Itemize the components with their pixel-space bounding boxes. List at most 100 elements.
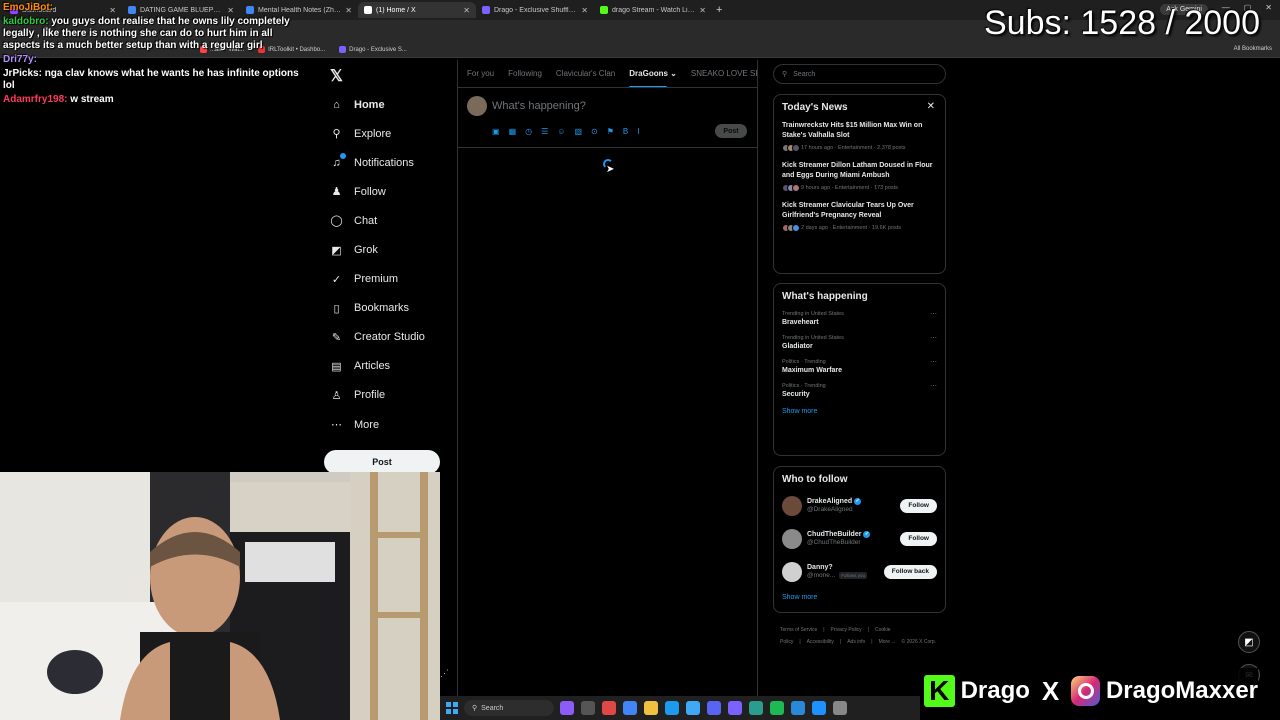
follow-suggestion[interactable]: DrakeAligned ✓ @DrakeAligned Follow [774, 489, 945, 522]
avatar[interactable] [467, 96, 487, 116]
nav-item-creator-studio[interactable]: ✎ Creator Studio [330, 323, 450, 352]
follow-user-handle: @DrakeAligned [807, 506, 861, 513]
schedule-icon[interactable]: ▧ [574, 127, 582, 136]
more-options-icon[interactable]: ⋯ [930, 310, 937, 318]
news-item[interactable]: Kick Streamer Dillon Latham Doused in Fl… [774, 157, 945, 197]
flag-icon[interactable]: ⚑ [607, 127, 614, 136]
taskbar-app-icon[interactable] [749, 701, 763, 715]
all-bookmarks-link[interactable]: All Bookmarks [1234, 46, 1272, 52]
footer-link[interactable]: More ... [879, 639, 896, 645]
taskbar-app-icon[interactable] [833, 701, 847, 715]
footer-link[interactable]: Privacy Policy [831, 627, 862, 633]
avatar[interactable] [782, 561, 802, 582]
taskbar-app-icon[interactable] [581, 701, 595, 715]
browser-tab[interactable]: drago Stream - Watch Live on K... ✕ [594, 2, 712, 18]
follow-suggestion[interactable]: Danny? @mone... Follows you Follow back [774, 555, 945, 588]
composer-input[interactable]: What's happening? [492, 100, 586, 112]
more-options-icon[interactable]: ⋯ [930, 358, 937, 366]
poll-icon[interactable]: ☰ [541, 127, 548, 136]
news-item[interactable]: Trainwreckstv Hits $15 Million Max Win o… [774, 117, 945, 157]
follow-button[interactable]: Follow [900, 498, 937, 513]
mouse-cursor-icon: ➤ [606, 164, 615, 175]
taskbar-search[interactable]: ⚲ Search [464, 700, 554, 716]
windows-start-icon[interactable] [446, 702, 458, 714]
taskbar-app-icon[interactable] [686, 701, 700, 715]
trends-show-more-link[interactable]: Show more [774, 402, 945, 423]
chat-username[interactable]: Adamrfry198: [3, 94, 67, 105]
x-logo-icon[interactable]: 𝕏 [330, 66, 343, 86]
chat-username[interactable]: Dri77y: [3, 54, 37, 65]
chat-username[interactable]: kaldobro: [3, 16, 49, 27]
nav-item-premium[interactable]: ✓ Premium [330, 265, 450, 294]
search-input[interactable]: ⚲ Search [773, 64, 946, 84]
nav-item-grok[interactable]: ◩ Grok [330, 235, 450, 264]
emoji-icon[interactable]: ☺ [557, 127, 565, 136]
media-icon[interactable]: ▣ [492, 127, 500, 136]
taskbar-app-icon[interactable] [812, 701, 826, 715]
italic-icon[interactable]: I [637, 127, 639, 136]
trend-item[interactable]: Trending in United States Braveheart ⋯ [774, 306, 945, 330]
feed-tab[interactable]: Clavicular's Clan [556, 60, 615, 87]
follow-suggestion[interactable]: ChudTheBuilder ✓ @ChudTheBuilder Follow [774, 522, 945, 555]
follow-show-more-link[interactable]: Show more [774, 588, 945, 609]
taskbar-app-icon[interactable] [602, 701, 616, 715]
resize-handle-icon[interactable]: ⋰ [440, 668, 449, 679]
taskbar-app-icon[interactable] [665, 701, 679, 715]
footer-link[interactable]: Ads info [847, 639, 865, 645]
nav-item-home[interactable]: ⌂ Home [330, 90, 450, 119]
post-button[interactable]: Post [324, 450, 440, 474]
taskbar-app-icon[interactable] [623, 701, 637, 715]
footer-link[interactable]: Accessibility [807, 639, 834, 645]
bold-icon[interactable]: B [623, 127, 628, 136]
windows-taskbar: ⚲ Search [440, 696, 920, 720]
grok-image-icon[interactable]: ◷ [525, 127, 532, 136]
feed-tab[interactable]: Following [508, 60, 542, 87]
nav-item-notifications[interactable]: ♫ Notifications [330, 148, 450, 177]
taskbar-app-icon[interactable] [770, 701, 784, 715]
browser-tab[interactable]: (1) Home / X ✕ [358, 2, 476, 18]
taskbar-app-icon[interactable] [791, 701, 805, 715]
footer-link[interactable]: © 2026 X Corp. [902, 639, 937, 645]
chat-username[interactable]: EmoJiBot: [3, 2, 53, 13]
taskbar-app-icon[interactable] [560, 701, 574, 715]
nav-item-bookmarks[interactable]: ▯ Bookmarks [330, 294, 450, 323]
feed-tab[interactable]: For you [467, 60, 494, 87]
close-icon[interactable]: ✕ [927, 101, 935, 112]
nav-item-follow[interactable]: ♟ Follow [330, 177, 450, 206]
feed-tab[interactable]: DraGoons ⌄ [629, 60, 677, 87]
nav-item-chat[interactable]: ◯ Chat [330, 206, 450, 235]
nav-item-articles[interactable]: ▤ Articles [330, 352, 450, 381]
nav-item-more[interactable]: ⋯ More [330, 410, 450, 439]
bookmark-item[interactable]: Drago - Exclusive S... [339, 46, 407, 53]
gif-icon[interactable]: ▦ [509, 127, 517, 136]
follow-button[interactable]: Follow [900, 531, 937, 546]
chat-username[interactable]: JrPicks: [3, 68, 42, 79]
taskbar-app-icon[interactable] [728, 701, 742, 715]
trend-item[interactable]: Trending in United States Gladiator ⋯ [774, 330, 945, 354]
tab-close-icon[interactable]: ✕ [345, 6, 352, 15]
search-icon: ⚲ [782, 71, 788, 78]
taskbar-app-icon[interactable] [644, 701, 658, 715]
tab-close-icon[interactable]: ✕ [699, 6, 706, 15]
new-tab-button[interactable]: + [716, 4, 722, 16]
more-options-icon[interactable]: ⋯ [930, 382, 937, 390]
location-icon[interactable]: ⊙ [591, 127, 598, 136]
grok-fab-icon[interactable]: ◩ [1238, 631, 1260, 653]
tab-close-icon[interactable]: ✕ [581, 6, 588, 15]
footer-link[interactable]: Terms of Service [780, 627, 817, 633]
avatar[interactable] [782, 495, 802, 516]
trend-item[interactable]: Politics · Trending Maximum Warfare ⋯ [774, 354, 945, 378]
follow-button[interactable]: Follow back [883, 564, 937, 579]
nav-item-explore[interactable]: ⚲ Explore [330, 119, 450, 148]
browser-tab[interactable]: Drago - Exclusive Shuffle Rewa... ✕ [476, 2, 594, 18]
taskbar-app-icon[interactable] [707, 701, 721, 715]
avatar[interactable] [782, 528, 802, 549]
close-window-icon[interactable]: ✕ [1265, 3, 1272, 12]
nav-item-profile[interactable]: ♙ Profile [330, 381, 450, 410]
composer-post-button[interactable]: Post [715, 124, 747, 138]
tab-close-icon[interactable]: ✕ [463, 6, 470, 15]
more-options-icon[interactable]: ⋯ [930, 334, 937, 342]
feed-tab[interactable]: SNEAKO LOVE SP [691, 60, 757, 87]
trend-item[interactable]: Politics · Trending Security ⋯ [774, 378, 945, 402]
news-item[interactable]: Kick Streamer Clavicular Tears Up Over G… [774, 197, 945, 237]
